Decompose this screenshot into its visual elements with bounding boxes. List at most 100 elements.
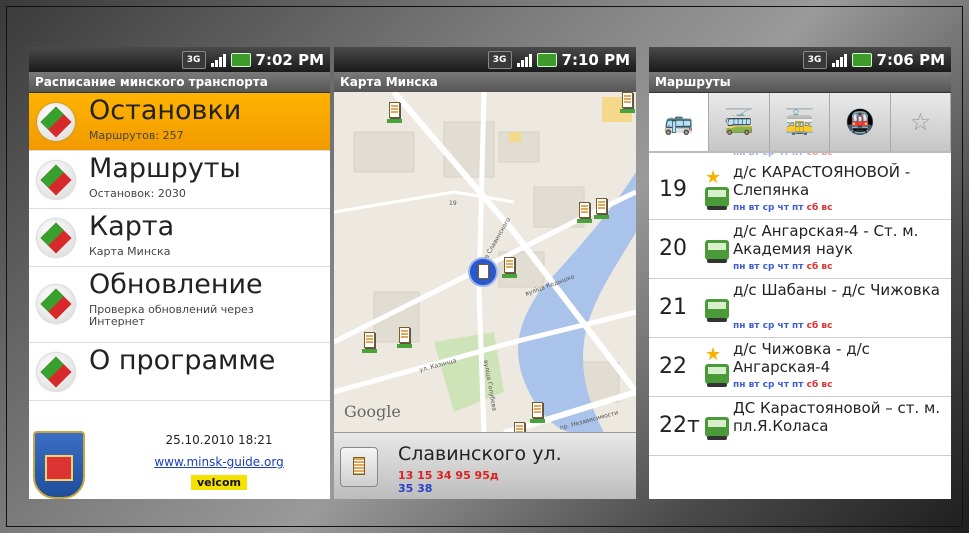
battery-icon: [536, 52, 557, 67]
screen-title: Маршруты: [649, 72, 951, 93]
bus-icon: [705, 364, 729, 387]
days-label: пн вт ср чт пт сб вс: [733, 380, 832, 390]
menu-item-stops[interactable]: Остановки Маршрутов: 257: [29, 93, 330, 151]
menu-item-map[interactable]: Карта Карта Минска: [29, 209, 330, 267]
routes-screen: 3G 7:06 PM Маршруты 🚌 🚎 🚋 🚇 ☆ пн вт ср ч…: [649, 47, 951, 499]
route-row[interactable]: 22 ★ д/с Чижовка - д/с Ангарская-4 пн вт…: [649, 338, 951, 397]
menu-item-title: Карта: [89, 211, 175, 242]
status-time: 7:10 PM: [561, 50, 630, 69]
battery-icon: [851, 52, 872, 67]
minsk-crest-icon: [33, 431, 85, 499]
arrow-diamond-icon: [37, 353, 75, 391]
street-label-number: 19: [449, 200, 457, 207]
route-row[interactable]: 19 ★ д/с КАРАСТОЯНОВОЙ - Слепянка пн вт …: [649, 161, 951, 220]
tab-favorites[interactable]: ☆: [890, 93, 951, 151]
route-row[interactable]: 21 д/с Шабаны - д/с Чижовка пн вт ср чт …: [649, 279, 951, 338]
weekdays: пн вт ср чт пт: [733, 380, 804, 390]
route-name: д/с Шабаны - д/с Чижовка: [733, 281, 940, 299]
metro-icon: 🚇: [844, 108, 875, 136]
weekdays: пн вт ср чт пт: [733, 321, 804, 331]
bus-stop-marker[interactable]: [502, 257, 517, 278]
menu-item-subtitle: Остановок: 2030: [89, 187, 186, 200]
transport-tabs: 🚌 🚎 🚋 🚇 ☆: [649, 93, 951, 153]
bus-stop-marker[interactable]: [530, 402, 545, 423]
weekend-days: сб вс: [806, 321, 833, 331]
route-name: д/с Чижовка - д/с Ангарская-4: [733, 340, 870, 376]
days-label: пн вт ср чт пт сб вс: [733, 153, 832, 158]
route-name: д/с КАРАСТОЯНОВОЙ - Слепянка: [733, 163, 911, 199]
menu-item-title: Остановки: [89, 95, 242, 126]
arrow-diamond-icon: [37, 285, 75, 323]
battery-icon: [230, 52, 251, 67]
network-3g-icon: 3G: [802, 50, 827, 69]
stop-name: Славинского ул.: [398, 443, 562, 465]
favorite-star-icon[interactable]: ★: [705, 167, 721, 188]
menu-item-title: О программе: [89, 345, 276, 376]
status-bar: 3G 7:02 PM: [29, 47, 330, 72]
bus-icon: [705, 240, 729, 263]
arrow-diamond-icon: [37, 161, 75, 199]
bus-stop-marker[interactable]: [577, 202, 592, 223]
arrow-diamond-icon: [37, 103, 75, 141]
bus-icon: [705, 417, 729, 440]
menu-item-subtitle: Карта Минска: [89, 245, 171, 258]
bus-stop-marker[interactable]: [362, 332, 377, 353]
screen-title: Карта Минска: [334, 72, 636, 93]
days-label: пн вт ср чт пт сб вс: [733, 203, 832, 213]
bus-stop-marker[interactable]: [397, 327, 412, 348]
star-icon: ☆: [909, 108, 932, 136]
route-number: 22т: [659, 413, 700, 438]
weekend-days: сб вс: [806, 153, 833, 158]
bus-icon: [705, 299, 729, 322]
stop-info-panel[interactable]: Славинского ул. 13 15 34 95 95д 35 38: [334, 432, 636, 499]
weekdays: пн вт ср чт пт: [733, 262, 804, 272]
tab-tram[interactable]: 🚋: [769, 93, 831, 151]
map-screen: 3G 7:10 PM Карта Минска 19 вулiца Славин…: [334, 47, 636, 499]
bus-stop-marker[interactable]: [620, 92, 635, 113]
arrow-diamond-icon: [37, 219, 75, 257]
weekend-days: сб вс: [806, 203, 833, 213]
route-number: 19: [659, 177, 687, 202]
route-row[interactable]: 20 д/с Ангарская-4 - Ст. м. Академия нау…: [649, 220, 951, 279]
app-title: Расписание минского транспорта: [29, 72, 330, 93]
menu-item-subtitle: Маршрутов: 257: [89, 129, 184, 142]
status-time: 7:06 PM: [876, 50, 945, 69]
menu-item-routes[interactable]: Маршруты Остановок: 2030: [29, 151, 330, 209]
menu-item-title: Маршруты: [89, 153, 241, 184]
trolleybus-icon: 🚎: [724, 108, 755, 136]
status-bar: 3G 7:10 PM: [334, 47, 636, 72]
signal-icon: [210, 53, 226, 67]
signal-icon: [516, 53, 532, 67]
trolleybus-routes: 35 38: [398, 482, 433, 495]
map-view[interactable]: 19 вулiца Славинского вулiца Кедышко ул.…: [334, 92, 636, 433]
weekend-days: сб вс: [806, 380, 833, 390]
bus-icon: 🚌: [663, 108, 694, 136]
website-link[interactable]: www.minsk-guide.org: [129, 455, 309, 469]
menu-item-title: Обновление: [89, 269, 263, 300]
favorite-star-icon[interactable]: ★: [705, 344, 721, 365]
velcom-logo: velcom: [191, 475, 247, 490]
tram-icon: 🚋: [784, 108, 815, 136]
route-name: ДС Карастояновой – ст. м. пл.Я.Коласа: [733, 399, 941, 435]
bus-stop-marker[interactable]: [387, 102, 402, 123]
route-number: 20: [659, 236, 687, 261]
app-footer: 25.10.2010 18:21 www.minsk-guide.org vel…: [29, 429, 330, 499]
menu-item-update[interactable]: Обновление Проверка обновлений через Инт…: [29, 267, 330, 343]
route-number: 22: [659, 354, 687, 379]
menu-item-about[interactable]: О программе: [29, 343, 330, 401]
tab-trolleybus[interactable]: 🚎: [709, 93, 770, 151]
signal-icon: [831, 53, 847, 67]
bus-stop-button[interactable]: [340, 447, 378, 487]
tab-metro[interactable]: 🚇: [830, 93, 891, 151]
selected-stop-pin[interactable]: [468, 257, 498, 287]
status-time: 7:02 PM: [255, 50, 324, 69]
list-top-fragment: пн вт ср чт пт сб вс: [649, 153, 951, 161]
menu-item-subtitle: Проверка обновлений через Интернет: [89, 303, 254, 328]
route-number: 21: [659, 295, 687, 320]
tab-bus[interactable]: 🚌: [649, 93, 710, 151]
bus-routes: 13 15 34 95 95д: [398, 469, 499, 482]
network-3g-icon: 3G: [181, 50, 206, 69]
bus-stop-marker[interactable]: [594, 198, 609, 219]
route-row[interactable]: 22т ДС Карастояновой – ст. м. пл.Я.Колас…: [649, 397, 951, 456]
days-label: пн вт ср чт пт сб вс: [733, 321, 832, 331]
